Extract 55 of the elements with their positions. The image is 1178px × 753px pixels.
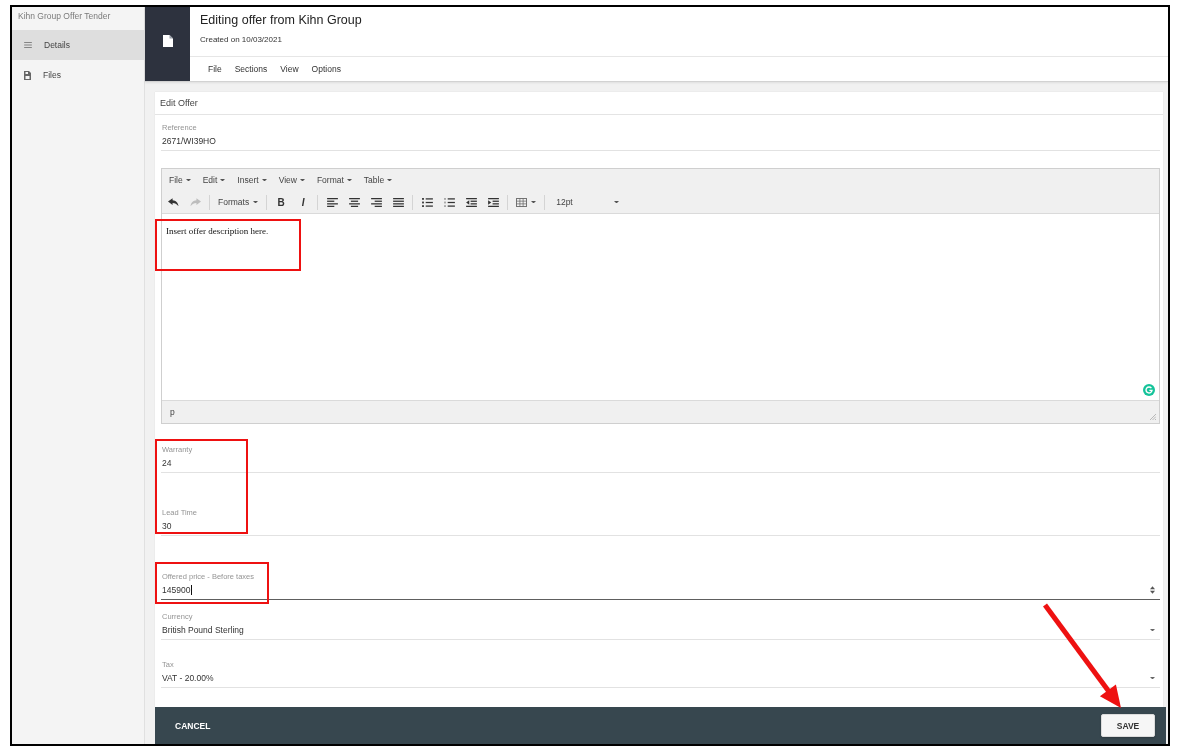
- header-menu-item[interactable]: File: [208, 64, 222, 74]
- caret-icon: [299, 178, 305, 182]
- document-icon: [162, 35, 173, 47]
- editor-menu-item[interactable]: Insert: [237, 175, 267, 185]
- editor-menu-item[interactable]: View: [278, 175, 305, 185]
- header-menu-item[interactable]: Options: [311, 64, 341, 74]
- formats-dropdown[interactable]: Formats: [213, 193, 264, 211]
- align-left-icon[interactable]: [326, 197, 338, 207]
- align-right-icon[interactable]: [370, 197, 382, 207]
- bullet-list-icon[interactable]: [421, 197, 433, 207]
- number-field[interactable]: 145900: [161, 581, 1160, 600]
- table-icon: [516, 197, 528, 207]
- input-field[interactable]: 30: [161, 517, 1160, 536]
- editor-menu-item[interactable]: Edit: [202, 175, 226, 185]
- card-title: Edit Offer: [160, 98, 198, 108]
- cancel-button[interactable]: CANCEL: [169, 714, 217, 737]
- description-text: Insert offer description here.: [166, 226, 269, 236]
- select-field[interactable]: VAT - 20.00%: [161, 669, 1160, 688]
- menu-lines-icon: [24, 42, 32, 48]
- caret-icon: [346, 178, 352, 182]
- caret-icon: [261, 178, 267, 182]
- input-field[interactable]: 2671/WI39HO: [161, 132, 1160, 151]
- font-size-select[interactable]: 12pt: [548, 193, 623, 211]
- align-justify-icon[interactable]: [392, 197, 404, 207]
- caret-icon: [185, 178, 191, 182]
- select-field[interactable]: British Pound Sterling: [161, 621, 1160, 640]
- sidebar-item[interactable]: Details: [12, 30, 144, 60]
- header-menu-item[interactable]: Sections: [234, 64, 268, 74]
- element-path: p: [170, 407, 175, 417]
- created-date: Created on 10/03/2021: [200, 35, 282, 45]
- caret-icon: [531, 200, 537, 204]
- italic-button[interactable]: I: [292, 193, 315, 211]
- header-menu-item[interactable]: View: [280, 64, 299, 74]
- caret-icon: [614, 200, 620, 204]
- page-title: Editing offer from Kihn Group: [200, 12, 362, 28]
- caret-icon[interactable]: [1150, 676, 1155, 680]
- outdent-icon[interactable]: [465, 197, 477, 207]
- caret-icon[interactable]: [1150, 628, 1155, 632]
- align-center-icon[interactable]: [348, 197, 360, 207]
- sidebar-title: Kihn Group Offer Tender: [18, 11, 111, 23]
- editor-menu-item[interactable]: File: [169, 175, 191, 185]
- caret-icon: [253, 200, 259, 204]
- text-cursor: [191, 585, 193, 595]
- undo-icon[interactable]: [167, 197, 179, 207]
- input-field[interactable]: 24: [161, 454, 1160, 473]
- resize-handle-icon[interactable]: [1150, 414, 1156, 420]
- bold-button[interactable]: B: [270, 193, 293, 211]
- editor-menu-item[interactable]: Format: [316, 175, 352, 185]
- sidebar-item[interactable]: Files: [12, 60, 144, 90]
- stepper-icon[interactable]: [1150, 586, 1155, 594]
- caret-icon: [387, 178, 393, 182]
- editor-menu-item[interactable]: Table: [363, 175, 393, 185]
- caret-icon: [220, 178, 226, 182]
- indent-icon[interactable]: [487, 197, 499, 207]
- save-button[interactable]: SAVE: [1101, 714, 1155, 737]
